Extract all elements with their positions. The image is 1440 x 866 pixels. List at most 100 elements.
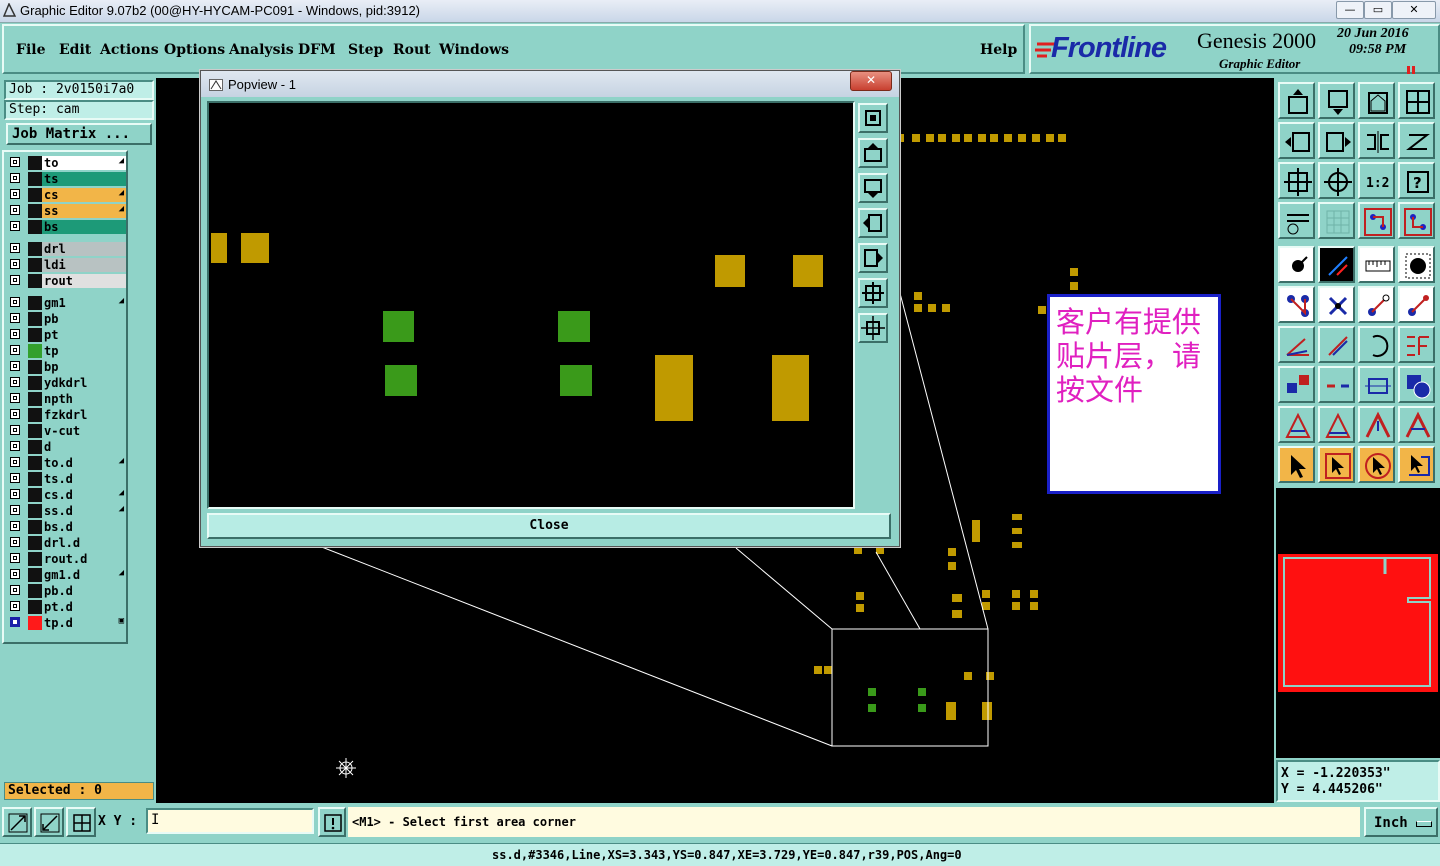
popview-close-x-button[interactable]: ✕ [850, 71, 892, 91]
layer-row[interactable]: gm1 ◢ [6, 296, 126, 310]
layer-checkbox[interactable] [10, 297, 20, 307]
layer-color-swatch[interactable] [28, 584, 42, 598]
layer-color-swatch[interactable] [28, 296, 42, 310]
layer-row[interactable]: v-cut [6, 424, 126, 438]
zoom-1-2-button[interactable]: 1:2 [1358, 162, 1395, 199]
layer-name[interactable]: bs.d [42, 520, 126, 534]
layer-color-swatch[interactable] [28, 274, 42, 288]
layer-checkbox[interactable] [10, 553, 20, 563]
help-button[interactable]: ? [1398, 162, 1435, 199]
layer-checkbox[interactable] [10, 537, 20, 547]
brush-tool-button[interactable] [1278, 202, 1315, 239]
layer-row[interactable]: drl [6, 242, 126, 256]
layer-name[interactable]: v-cut [42, 424, 126, 438]
layer-checkbox[interactable] [10, 189, 20, 199]
slot-arrow-alt-button[interactable] [1398, 406, 1435, 443]
text-feature-button[interactable] [1398, 326, 1435, 363]
line-node-alt-button[interactable] [1398, 286, 1435, 323]
layer-color-swatch[interactable] [28, 424, 42, 438]
diagonal-line-button[interactable] [1318, 326, 1355, 363]
slot-button[interactable] [1278, 406, 1315, 443]
connect-nodes-button[interactable] [1278, 286, 1315, 323]
pad-select-button[interactable] [1278, 246, 1315, 283]
layer-color-swatch[interactable] [28, 204, 42, 218]
layer-color-swatch[interactable] [28, 258, 42, 272]
popview-canvas[interactable] [207, 101, 855, 509]
layer-row[interactable]: pb.d [6, 584, 126, 598]
menu-analysis[interactable]: Analysis [229, 42, 294, 58]
screen-down-button[interactable] [1318, 82, 1355, 119]
layer-checkbox[interactable] [10, 313, 20, 323]
popview-pan-left-button[interactable] [858, 208, 888, 238]
layer-name[interactable]: gm1.d [42, 568, 126, 582]
grid-button[interactable] [1318, 202, 1355, 239]
layer-checkbox[interactable] [10, 457, 20, 467]
layer-row[interactable]: ss ◢ [6, 204, 126, 218]
xy-input[interactable]: I [146, 808, 314, 834]
layer-color-swatch[interactable] [28, 408, 42, 422]
menu-file[interactable]: File [16, 42, 45, 58]
layer-color-swatch[interactable] [28, 328, 42, 342]
layer-row[interactable]: ts [6, 172, 126, 186]
layer-name[interactable]: rout [42, 274, 126, 288]
layer-row[interactable]: to.d ◢ [6, 456, 126, 470]
layer-row[interactable]: to ◢ [6, 156, 126, 170]
layer-name[interactable]: cs [42, 188, 126, 202]
flip-button[interactable] [1358, 122, 1395, 159]
maximize-button[interactable]: ▭ [1364, 1, 1392, 19]
circle-pad-button[interactable] [1398, 246, 1435, 283]
net-red-alt-button[interactable] [1398, 202, 1435, 239]
menu-options[interactable]: Options [164, 42, 225, 58]
popview-zoom-in-button[interactable] [858, 278, 888, 308]
menu-edit[interactable]: Edit [59, 42, 91, 58]
layer-name[interactable]: ldi [42, 258, 126, 272]
layer-name[interactable]: d [42, 440, 126, 454]
layer-row[interactable]: fzkdrl [6, 408, 126, 422]
layer-row[interactable]: tp [6, 344, 126, 358]
layer-checkbox[interactable] [10, 205, 20, 215]
layer-color-swatch[interactable] [28, 392, 42, 406]
layer-row[interactable]: bp [6, 360, 126, 374]
layer-color-swatch[interactable] [28, 220, 42, 234]
layer-checkbox[interactable] [10, 157, 20, 167]
popview-pan-up-button[interactable] [858, 138, 888, 168]
layer-name[interactable]: to.d [42, 456, 126, 470]
pointer-box-button[interactable] [1318, 446, 1355, 483]
layer-color-swatch[interactable] [28, 552, 42, 566]
layer-name[interactable]: tp [42, 344, 126, 358]
layer-name[interactable]: tp.d [42, 616, 126, 630]
layer-row[interactable]: drl.d [6, 536, 126, 550]
cross-node-button[interactable] [1318, 286, 1355, 323]
zoom-fit-button[interactable] [1278, 162, 1315, 199]
layer-checkbox[interactable] [10, 617, 20, 627]
layer-checkbox[interactable] [10, 329, 20, 339]
layer-color-swatch[interactable] [28, 504, 42, 518]
minimize-button[interactable]: — [1336, 1, 1364, 19]
layer-checkbox[interactable] [10, 601, 20, 611]
layer-name[interactable]: drl.d [42, 536, 126, 550]
popview-zoom-home-button[interactable] [858, 103, 888, 133]
line-node-button[interactable] [1358, 286, 1395, 323]
popview-pan-down-button[interactable] [858, 173, 888, 203]
layer-name[interactable]: pb [42, 312, 126, 326]
popview-close-button[interactable]: Close [207, 513, 891, 539]
layer-checkbox[interactable] [10, 361, 20, 371]
layer-checkbox[interactable] [10, 569, 20, 579]
layer-row[interactable]: ss.d ◢ [6, 504, 126, 518]
menu-rout[interactable]: Rout [393, 42, 431, 58]
layer-row[interactable]: bs.d [6, 520, 126, 534]
layer-color-swatch[interactable] [28, 360, 42, 374]
layer-checkbox[interactable] [10, 221, 20, 231]
alert-button[interactable] [318, 807, 346, 837]
layer-checkbox[interactable] [10, 345, 20, 355]
layer-color-swatch[interactable] [28, 312, 42, 326]
layer-name[interactable]: ss.d [42, 504, 126, 518]
ruler-button[interactable] [1358, 246, 1395, 283]
layer-name[interactable]: to [42, 156, 126, 170]
popview-pan-right-button[interactable] [858, 243, 888, 273]
layer-checkbox[interactable] [10, 441, 20, 451]
layer-name[interactable]: ss [42, 204, 126, 218]
angle-line-button[interactable] [1278, 326, 1315, 363]
layer-name[interactable]: cs.d [42, 488, 126, 502]
layer-checkbox[interactable] [10, 173, 20, 183]
